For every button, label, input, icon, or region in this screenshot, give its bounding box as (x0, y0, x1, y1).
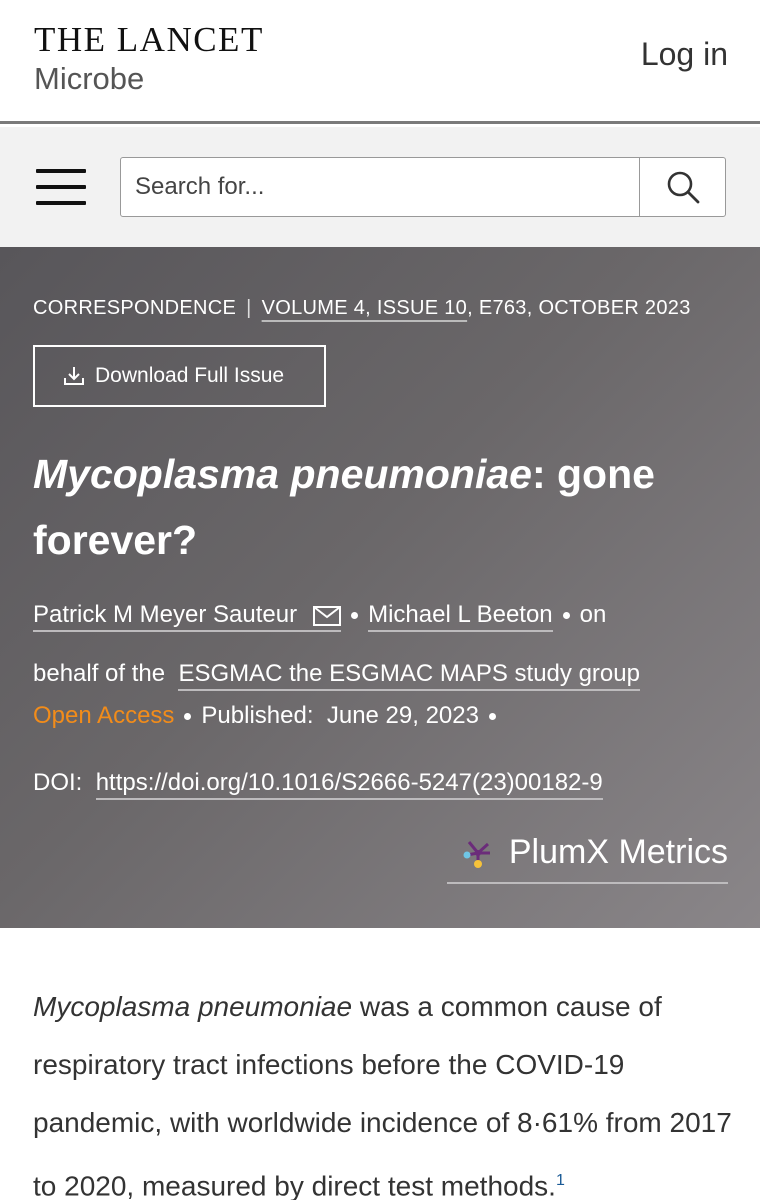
author-link[interactable]: Patrick M Meyer Sauteur (33, 601, 342, 632)
meta-separator: | (246, 297, 252, 319)
body-text: was a common cause of respiratory tract … (33, 991, 732, 1200)
article-title: Mycoplasma pneumoniae: gone forever? (33, 441, 723, 573)
study-group-link[interactable]: ESGMAC the ESGMAC MAPS study group (178, 660, 640, 691)
author-list: Patrick M Meyer Sauteur Michael L Beeton o… (33, 585, 723, 703)
brand-subtitle: Microbe (34, 61, 145, 96)
title-italic: Mycoplasma pneumoniae (33, 451, 532, 497)
download-full-issue-button[interactable]: Download Full Issue (33, 345, 326, 407)
article-type: CORRESPONDENCE (33, 297, 237, 319)
search-icon (667, 171, 699, 204)
brand-name: THE LANCET (34, 20, 264, 59)
search-button[interactable] (639, 158, 725, 216)
open-access-badge: Open Access (33, 702, 175, 729)
pages-date: , E763, OCTOBER 2023 (467, 297, 691, 319)
plumx-label: PlumX Metrics (508, 833, 728, 871)
plumx-icon (463, 840, 490, 868)
publication-info: Open Access Published: June 29, 2023 (33, 702, 506, 730)
separator-dot (351, 612, 359, 620)
author-link[interactable]: Michael L Beeton (368, 601, 553, 632)
search-input[interactable] (121, 158, 639, 216)
published-label: Published: (201, 702, 314, 729)
download-label: Download Full Issue (95, 364, 285, 387)
article-header: CORRESPONDENCE | VOLUME 4, ISSUE 10, E763,… (0, 247, 760, 928)
article-body: Mycoplasma pneumoniae was a common cause… (33, 978, 733, 1200)
doi-row: DOI: https://doi.org/10.1016/S2666-5247(… (33, 769, 603, 800)
published-date: June 29, 2023 (326, 702, 479, 729)
search-bar (0, 127, 760, 247)
article-meta: CORRESPONDENCE | VOLUME 4, ISSUE 10, E763,… (33, 297, 691, 320)
separator-dot (488, 713, 496, 721)
hamburger-menu-icon[interactable] (36, 169, 86, 205)
behalf-text: behalf of the (33, 660, 166, 687)
doi-link[interactable]: https://doi.org/10.1016/S2666-5247(23)00… (95, 769, 603, 800)
body-paragraph: Mycoplasma pneumoniae was a common cause… (33, 978, 733, 1200)
separator-dot (562, 612, 570, 620)
volume-issue-link[interactable]: VOLUME 4, ISSUE 10 (262, 297, 467, 319)
site-header: THE LANCET Microbe Log in (0, 0, 760, 124)
login-link[interactable]: Log in (641, 36, 728, 73)
on-text: on (579, 601, 607, 628)
doi-label: DOI: (33, 769, 83, 796)
search-box (120, 157, 726, 217)
reference-link[interactable]: 1 (556, 1172, 565, 1189)
author-name: Patrick M Meyer Sauteur (33, 601, 298, 628)
separator-dot (184, 713, 192, 721)
mail-icon[interactable] (313, 605, 342, 626)
journal-logo[interactable]: THE LANCET Microbe (34, 22, 264, 94)
plumx-metrics-link[interactable]: PlumX Metrics (446, 833, 728, 884)
body-italic: Mycoplasma pneumoniae (33, 991, 353, 1022)
download-icon (64, 367, 84, 385)
